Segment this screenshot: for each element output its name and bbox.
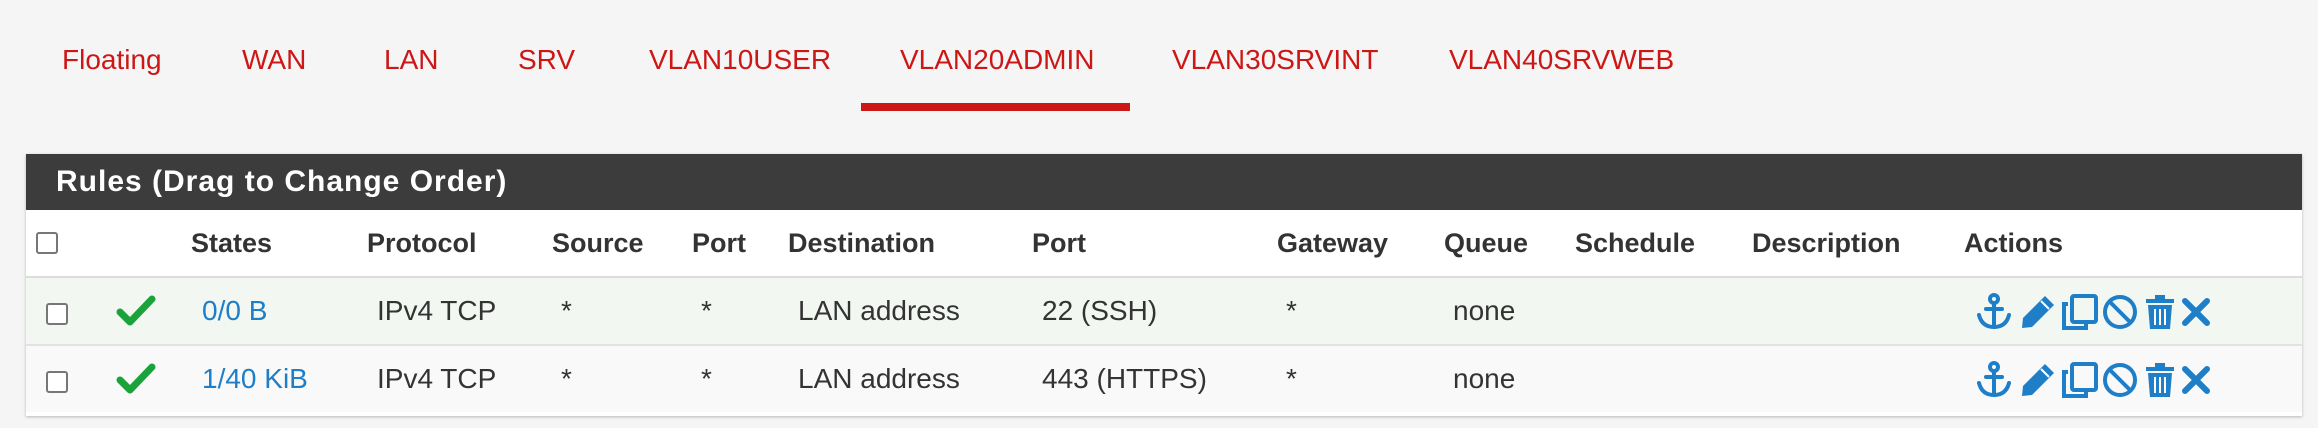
col-gateway[interactable]: Gateway bbox=[1277, 224, 1388, 262]
tab-vlan10user[interactable]: VLAN10USER bbox=[649, 40, 831, 80]
trash-icon[interactable] bbox=[2140, 292, 2180, 332]
gateway-cell: * bbox=[1286, 363, 1297, 394]
pencil-icon[interactable] bbox=[2018, 292, 2058, 332]
protocol-cell: IPv4 TCP bbox=[377, 295, 497, 326]
anchor-icon[interactable] bbox=[1974, 360, 2014, 400]
panel-header: Rules (Drag to Change Order) bbox=[26, 154, 2302, 210]
trash-icon[interactable] bbox=[2140, 360, 2180, 400]
col-description[interactable]: Description bbox=[1752, 224, 1901, 262]
table-header: States Protocol Source Port Destination … bbox=[26, 210, 2302, 278]
interface-tabs: Floating WAN LAN SRV VLAN10USER VLAN20AD… bbox=[0, 0, 2318, 112]
delete-x-icon[interactable] bbox=[2176, 292, 2216, 332]
rules-panel: Rules (Drag to Change Order) States Prot… bbox=[26, 154, 2302, 416]
select-all-checkbox[interactable] bbox=[36, 232, 58, 254]
col-destination[interactable]: Destination bbox=[788, 224, 935, 262]
destination-cell: LAN address bbox=[798, 363, 960, 394]
check-icon[interactable] bbox=[116, 362, 156, 396]
panel-title: Rules (Drag to Change Order) bbox=[56, 165, 508, 198]
col-schedule[interactable]: Schedule bbox=[1575, 224, 1695, 262]
disable-icon[interactable] bbox=[2100, 360, 2140, 400]
row-select-checkbox[interactable] bbox=[46, 303, 68, 325]
tab-vlan30srvint[interactable]: VLAN30SRVINT bbox=[1172, 40, 1378, 80]
disable-icon[interactable] bbox=[2100, 292, 2140, 332]
table-row[interactable]: 0/0 B IPv4 TCP * * LAN address 22 (SSH) … bbox=[26, 278, 2302, 346]
tab-vlan20admin[interactable]: VLAN20ADMIN bbox=[900, 40, 1095, 80]
col-protocol[interactable]: Protocol bbox=[367, 224, 477, 262]
port-cell: * bbox=[701, 363, 712, 394]
dest-port-cell: 22 (SSH) bbox=[1042, 295, 1158, 326]
protocol-cell: IPv4 TCP bbox=[377, 363, 497, 394]
col-source[interactable]: Source bbox=[552, 224, 644, 262]
source-cell: * bbox=[561, 295, 572, 326]
copy-icon[interactable] bbox=[2060, 360, 2100, 400]
port-cell: * bbox=[701, 295, 712, 326]
destination-cell: LAN address bbox=[798, 295, 960, 326]
tab-floating[interactable]: Floating bbox=[62, 40, 162, 80]
delete-x-icon[interactable] bbox=[2176, 360, 2216, 400]
source-cell: * bbox=[561, 363, 572, 394]
dest-port-cell: 443 (HTTPS) bbox=[1042, 363, 1207, 394]
tab-wan[interactable]: WAN bbox=[242, 40, 306, 80]
anchor-icon[interactable] bbox=[1974, 292, 2014, 332]
tab-vlan40srvweb[interactable]: VLAN40SRVWEB bbox=[1449, 40, 1674, 80]
copy-icon[interactable] bbox=[2060, 292, 2100, 332]
states-link[interactable]: 1/40 KiB bbox=[202, 360, 308, 398]
gateway-cell: * bbox=[1286, 295, 1297, 326]
row-select-checkbox[interactable] bbox=[46, 371, 68, 393]
col-port[interactable]: Port bbox=[692, 224, 746, 262]
col-actions: Actions bbox=[1964, 228, 2064, 258]
tab-srv[interactable]: SRV bbox=[518, 40, 575, 80]
states-link[interactable]: 0/0 B bbox=[202, 292, 267, 330]
pencil-icon[interactable] bbox=[2018, 360, 2058, 400]
active-tab-indicator bbox=[861, 103, 1130, 111]
col-dest-port[interactable]: Port bbox=[1032, 224, 1086, 262]
check-icon[interactable] bbox=[116, 294, 156, 328]
queue-cell: none bbox=[1453, 295, 1516, 326]
tab-lan[interactable]: LAN bbox=[384, 40, 438, 80]
col-queue[interactable]: Queue bbox=[1444, 224, 1528, 262]
col-states[interactable]: States bbox=[191, 224, 272, 262]
queue-cell: none bbox=[1453, 363, 1516, 394]
table-row[interactable]: 1/40 KiB IPv4 TCP * * LAN address 443 (H… bbox=[26, 346, 2302, 412]
